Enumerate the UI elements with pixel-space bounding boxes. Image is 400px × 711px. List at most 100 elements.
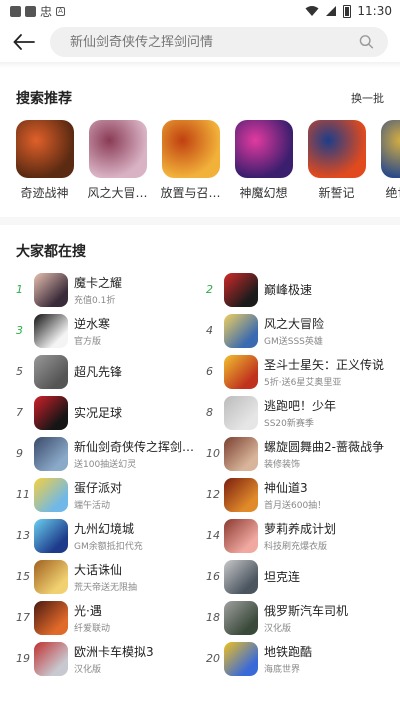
hot-item-name: 大话诛仙 — [74, 562, 123, 577]
rank-number: 18 — [206, 611, 220, 624]
search-icon[interactable] — [359, 34, 374, 50]
hot-item-name: 圣斗士星矢：正义传说 — [264, 357, 385, 372]
rank-number: 9 — [16, 447, 23, 460]
hot-item-name: 地铁跑酷 — [264, 644, 313, 659]
recommend-item[interactable]: 神魔幻想 — [233, 120, 294, 201]
rank-number: 15 — [16, 570, 30, 583]
hot-item-name: 风之大冒险 — [264, 316, 325, 331]
hot-item-name: 蛋仔派对 — [74, 480, 123, 495]
hero-armor-icon — [234, 120, 293, 178]
header-shadow — [0, 62, 400, 68]
hot-search-item[interactable]: 12 神仙道3 首月送600抽！ — [206, 474, 390, 515]
hot-search-item[interactable]: 10 螺旋圆舞曲2-蔷薇战争 装修装饰 — [206, 433, 390, 474]
hot-item-subtitle: GM余额抵扣代充 — [74, 541, 143, 552]
hot-search-list: 1 魔卡之耀 充值0.1折 2 巅峰极速 3 逆水寒 官方版 4 风之大冒险 GM送SSS英雄 5 超凡… — [0, 269, 400, 679]
signal-icon — [326, 6, 337, 16]
rank-number: 4 — [206, 324, 213, 337]
ninja-icon — [307, 120, 366, 178]
hot-item-name: 新仙剑奇侠传之挥剑问情 — [74, 439, 199, 454]
recommend-item[interactable]: 绝世战… — [379, 120, 400, 201]
rank-number: 2 — [206, 283, 213, 296]
recommend-header: 搜索推荐 换一批 — [0, 88, 400, 108]
recommend-title: 搜索推荐 — [16, 91, 72, 107]
hot-item-name: 俄罗斯汽车司机 — [264, 603, 349, 618]
section-divider — [0, 217, 400, 225]
hot-search-item[interactable]: 15 大话诛仙荒天帝送无限抽 — [16, 556, 200, 597]
football-icon — [34, 395, 68, 430]
saint-icon — [224, 354, 258, 389]
hot-item-subtitle: 5折·送6星艾奥里亚 — [264, 377, 342, 388]
recommend-item[interactable]: 放置与召… — [160, 120, 221, 201]
recommend-item[interactable]: 风之大冒… — [87, 120, 148, 201]
hot-search-item[interactable]: 5 超凡先锋 — [16, 351, 200, 392]
hot-item-name: 萝莉养成计划 — [264, 521, 337, 536]
hot-search-item[interactable]: 20 地铁跑酷 海底世界 — [206, 638, 390, 679]
truck-icon — [34, 641, 68, 676]
hot-item-name: 魔卡之耀 — [74, 275, 123, 290]
hot-search-item[interactable]: 13 九州幻境城 GM余额抵扣代充 — [16, 515, 200, 556]
rank-number: 11 — [16, 488, 30, 501]
rank-number: 6 — [206, 365, 213, 378]
hot-item-subtitle: 海底世界 — [264, 664, 301, 675]
hot-item-name: 逃跑吧！少年 — [264, 398, 337, 413]
hot-item-text: 九州幻境城 GM余额抵扣代充 — [74, 520, 143, 552]
hot-item-subtitle: 汉化版 — [264, 623, 292, 634]
sky-child-icon — [34, 600, 68, 635]
hot-search-item[interactable]: 8 逃跑吧！少年 SS20新赛季 — [206, 392, 390, 433]
back-button[interactable] — [12, 30, 36, 54]
refresh-button[interactable]: 换一批 — [351, 90, 384, 106]
hot-item-subtitle: 汉化版 — [74, 664, 102, 675]
search-input[interactable] — [70, 34, 359, 50]
hot-search-item[interactable]: 6 圣斗士星矢：正义传说 5折·送6星艾奥里亚 — [206, 351, 390, 392]
soldier-icon — [34, 354, 68, 389]
hot-item-text: 圣斗士星矢：正义传说 5折·送6星艾奥里亚 — [264, 356, 384, 388]
battery-icon — [343, 4, 352, 18]
warrior-icon — [380, 120, 400, 178]
notification-glyph: 忠 — [40, 4, 53, 19]
hot-item-text: 欧洲卡车模拟3 汉化版 — [74, 643, 154, 675]
arrow-left-icon — [13, 34, 35, 50]
hot-search-item[interactable]: 11 蛋仔派对端午活动 — [16, 474, 200, 515]
hot-item-subtitle: 科技刷充爆衣版 — [264, 541, 328, 552]
rank-number: 7 — [16, 406, 23, 419]
hot-item-name: 欧洲卡车模拟3 — [74, 644, 154, 659]
hot-item-subtitle: 荒天帝送无限抽 — [74, 582, 138, 593]
rank-number: 8 — [206, 406, 213, 419]
hot-search-item[interactable]: 4 风之大冒险 GM送SSS英雄 — [206, 310, 390, 351]
hot-item-text: 蛋仔派对 端午活动 — [74, 479, 122, 511]
hot-search-item[interactable]: 14 萝莉养成计划 科技刷充爆衣版 — [206, 515, 390, 556]
hot-search-item[interactable]: 9 新仙剑奇侠传之挥剑问情 送100抽送幻灵 — [16, 433, 200, 474]
hot-item-subtitle: 端午活动 — [74, 500, 111, 511]
recommend-item-name: 奇迹战神 — [20, 186, 69, 200]
hot-search-item[interactable]: 7 实况足球 — [16, 392, 200, 433]
recommend-list: 奇迹战神 风之大冒… 放置与召… 神魔幻想 新誓记 绝世战… — [0, 120, 400, 201]
tank-icon — [224, 559, 258, 594]
hot-item-subtitle: 纤爱联动 — [74, 623, 111, 634]
hot-search-item[interactable]: 19 欧洲卡车模拟3 汉化版 — [16, 638, 200, 679]
hot-search-item[interactable]: 3 逆水寒 官方版 — [16, 310, 200, 351]
search-box[interactable] — [50, 27, 388, 57]
wifi-icon — [305, 6, 319, 16]
race-car-icon — [224, 272, 258, 307]
recommend-item-name: 新誓记 — [318, 186, 355, 200]
recommend-item[interactable]: 新誓记 — [306, 120, 367, 201]
status-bar: 忠 A 11:30 — [0, 0, 400, 22]
status-right: 11:30 — [305, 4, 392, 18]
hot-item-name: 实况足球 — [74, 406, 123, 420]
hot-search-item[interactable]: 17 光·遇 纤爱联动 — [16, 597, 200, 638]
status-time: 11:30 — [357, 4, 392, 18]
fantasy-city-icon — [34, 518, 68, 553]
rank-number: 19 — [16, 652, 30, 665]
rank-number: 5 — [16, 365, 23, 378]
hot-item-subtitle: 官方版 — [74, 336, 102, 347]
hot-search-item[interactable]: 1 魔卡之耀 充值0.1折 — [16, 269, 200, 310]
hot-search-item[interactable]: 2 巅峰极速 — [206, 269, 390, 310]
recommend-item[interactable]: 奇迹战神 — [14, 120, 75, 201]
runner-icon — [224, 395, 258, 430]
hot-search-item[interactable]: 16 坦克连 — [206, 556, 390, 597]
hot-search-item[interactable]: 18 俄罗斯汽车司机汉化版 — [206, 597, 390, 638]
recommend-item-name: 神魔幻想 — [239, 186, 288, 200]
hot-item-text: 新仙剑奇侠传之挥剑问情 送100抽送幻灵 — [74, 438, 199, 470]
rank-number: 17 — [16, 611, 30, 624]
hot-item-text: 巅峰极速 — [264, 281, 312, 298]
